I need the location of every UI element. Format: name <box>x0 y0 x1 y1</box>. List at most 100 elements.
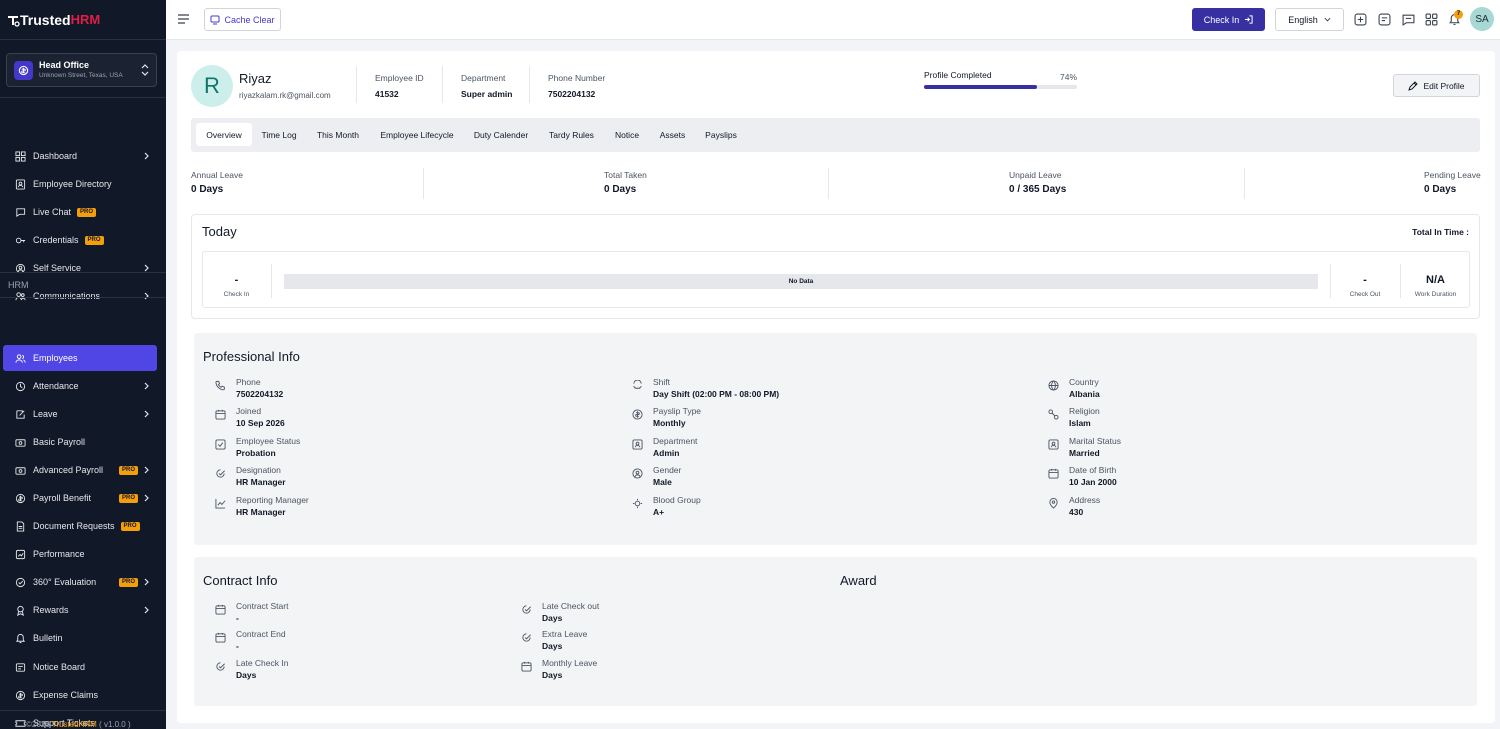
check-out-label: Check Out <box>1349 291 1381 298</box>
contract-info-section: Contract Info Award Contract Start - Con… <box>194 557 1477 706</box>
sidebar-item-rewards[interactable]: Rewards <box>3 597 157 623</box>
work-duration-value: N/A <box>1426 274 1445 286</box>
chevron-right-icon <box>144 606 149 614</box>
divider <box>0 272 166 273</box>
tab-overview[interactable]: Overview <box>196 123 252 146</box>
stat-label: Unpaid Leave <box>1009 170 1062 180</box>
field-label: Date of Birth <box>1069 465 1117 475</box>
message-icon[interactable] <box>1402 13 1415 26</box>
no-data-bar: No Data <box>284 274 1318 289</box>
calendar-icon <box>521 661 532 672</box>
key-icon <box>15 237 26 243</box>
stat-label: Total Taken <box>604 170 647 180</box>
field-label: Late Check In <box>236 658 289 668</box>
performance-icon <box>15 549 26 559</box>
chevron-right-icon <box>144 264 149 272</box>
sidebar-item-live-chat[interactable]: Live Chat PRO <box>3 199 157 225</box>
cache-icon <box>210 15 220 24</box>
add-square-icon[interactable] <box>1354 13 1367 26</box>
cache-clear-button[interactable]: Cache Clear <box>204 8 281 31</box>
copyright: ©2026 <box>26 720 52 729</box>
tab-employee-lifecycle[interactable]: Employee Lifecycle <box>372 123 462 146</box>
tab-assets[interactable]: Assets <box>652 123 693 146</box>
edit-profile-button[interactable]: Edit Profile <box>1393 74 1480 97</box>
field-label: Shift <box>653 377 671 387</box>
tab-payslips[interactable]: Payslips <box>696 123 746 146</box>
field-value: Days <box>236 670 257 680</box>
employee-email: riyazkalam.rk@gmail.com <box>239 91 331 100</box>
chevron-right-icon <box>144 292 149 300</box>
sidebar-item-credentials[interactable]: Credentials PRO <box>3 227 157 253</box>
branch-name: Head Office <box>39 59 90 70</box>
sidebar-item-label: Leave <box>33 409 58 419</box>
language-select[interactable]: English <box>1275 8 1344 31</box>
branch-selector[interactable]: Head Office Unknown Street, Texas, USA <box>6 53 157 87</box>
sidebar-item-performance[interactable]: Performance <box>3 541 157 567</box>
sidebar-item-label: Attendance <box>33 381 79 391</box>
payroll-icon <box>15 438 26 447</box>
sidebar-item-expense-claims[interactable]: Expense Claims <box>3 682 157 708</box>
clock-check-icon <box>522 605 531 614</box>
sidebar-item-attendance[interactable]: Attendance <box>3 373 157 399</box>
ticket-icon <box>15 719 26 727</box>
sidebar-item-payroll-benefit[interactable]: Payroll Benefit PRO <box>3 485 157 511</box>
building-icon <box>14 60 33 80</box>
designation-icon <box>216 469 225 478</box>
sidebar-item-self-service[interactable]: Self Service <box>3 255 157 281</box>
work-duration-label: Work Duration <box>1414 291 1457 298</box>
employee-id-field: Employee ID 41532 <box>375 73 424 99</box>
tab-this-month[interactable]: This Month <box>308 123 368 146</box>
stat-value: 0 Days <box>191 184 224 195</box>
chevron-right-icon <box>144 494 149 502</box>
sidebar-item-leave[interactable]: Leave <box>3 401 157 427</box>
tab-notice[interactable]: Notice <box>606 123 648 146</box>
edit-pencil-icon <box>1408 80 1419 91</box>
footer-brand-link[interactable]: TrustedHRM <box>52 720 97 729</box>
check-in-button[interactable]: Check In <box>1192 8 1265 31</box>
sidebar-item-bulletin[interactable]: Bulletin <box>3 625 157 651</box>
sidebar-item-employee-directory[interactable]: Employee Directory <box>3 171 157 197</box>
sidebar-item-label: Notice Board <box>33 662 86 672</box>
profile-completed-label: Profile Completed <box>924 70 992 80</box>
employee-name: Riyaz <box>239 71 272 86</box>
divider <box>271 264 272 298</box>
tab-duty-calender[interactable]: Duty Calender <box>466 123 536 146</box>
sidebar-item-document-requests[interactable]: Document Requests PRO <box>3 513 157 539</box>
users-icon <box>15 353 26 363</box>
brand-name: Trusted <box>20 11 71 28</box>
sidebar-item-dashboard[interactable]: Dashboard <box>3 143 157 169</box>
sidebar-item-360-evaluation[interactable]: 360° Evaluation PRO <box>3 569 157 595</box>
notes-icon[interactable] <box>1378 13 1391 26</box>
field-label: Religion <box>1069 406 1100 416</box>
phone-number-value: 7502204132 <box>548 89 596 99</box>
pro-badge: PRO <box>118 466 138 475</box>
version: ( v1.0.0 ) <box>96 720 131 729</box>
brand-logo[interactable]: Trusted HRM <box>0 0 166 40</box>
users-icon <box>15 291 26 300</box>
pro-badge: PRO <box>118 578 138 587</box>
field-value: Married <box>1069 448 1100 458</box>
field-label: Extra Leave <box>542 629 588 639</box>
apps-grid-icon[interactable] <box>1425 13 1438 26</box>
stat-annual-leave: Annual Leave 0 Days <box>191 170 243 195</box>
sidebar-item-advanced-payroll[interactable]: Advanced Payroll PRO <box>3 457 157 483</box>
tab-time-log[interactable]: Time Log <box>254 123 304 146</box>
phone-number-field: Phone Number 7502204132 <box>548 73 605 99</box>
field-label: Department <box>653 436 698 446</box>
field-value: Days <box>542 670 563 680</box>
stat-value: 0 / 365 Days <box>1009 184 1067 195</box>
sidebar-item-employees[interactable]: Employees <box>3 345 157 371</box>
sidebar-item-notice-board[interactable]: Notice Board <box>3 654 157 680</box>
field-value: HR Manager <box>236 477 286 487</box>
chevron-right-icon <box>144 382 149 390</box>
department-value: Super admin <box>461 89 513 99</box>
sidebar-item-basic-payroll[interactable]: Basic Payroll <box>3 429 157 455</box>
calendar-icon <box>215 632 226 643</box>
menu-toggle-icon[interactable] <box>178 14 189 24</box>
notification-count-badge: 7 <box>1454 10 1463 19</box>
field-label: Payslip Type <box>653 406 702 416</box>
user-avatar[interactable]: SA <box>1470 7 1494 31</box>
pro-badge: PRO <box>120 521 140 531</box>
tab-tardy-rules[interactable]: Tardy Rules <box>542 123 601 146</box>
profile-avatar: R <box>191 65 233 107</box>
